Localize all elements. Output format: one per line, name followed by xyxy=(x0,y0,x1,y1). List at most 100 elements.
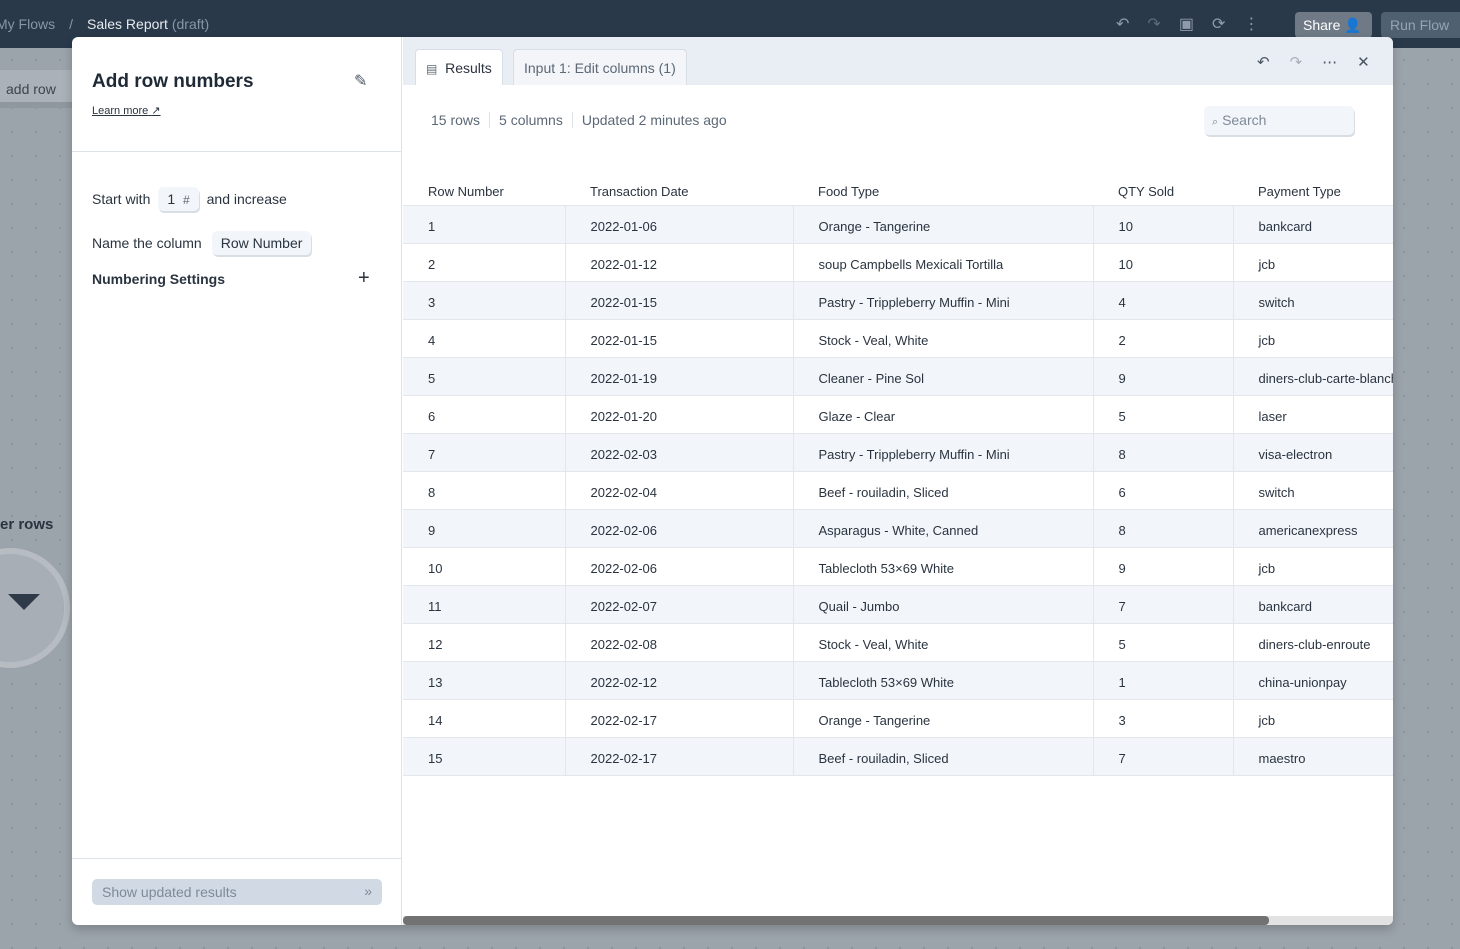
share-button[interactable]: Share 👤 xyxy=(1295,12,1372,38)
edit-pencil-icon[interactable]: ✎ xyxy=(354,71,367,91)
table-cell: 2022-02-08 xyxy=(565,623,794,662)
table-cell: Tablecloth 53×69 White xyxy=(793,547,1094,586)
table-cell: Pastry - Trippleberry Muffin - Mini xyxy=(793,281,1094,320)
undo-icon[interactable]: ↶ xyxy=(1116,14,1129,34)
table-cell: diners-club-enroute xyxy=(1233,623,1393,662)
table-cell: 2022-01-15 xyxy=(565,319,794,358)
table-cell: china-unionpay xyxy=(1233,661,1393,700)
run-flow-button[interactable]: Run Flow xyxy=(1381,12,1460,38)
table-cell: 14 xyxy=(403,699,566,738)
show-updated-label: Show updated results xyxy=(102,884,237,900)
results-table: Row Number Transaction Date Food Type QTY S… xyxy=(403,173,1393,776)
table-cell: switch xyxy=(1233,281,1393,320)
tab-results[interactable]: ▤ Results xyxy=(415,49,503,85)
tab-bar: ▤ Results Input 1: Edit columns (1) ↶ ↷ … xyxy=(403,37,1393,85)
table-cell: 12 xyxy=(403,623,566,662)
table-row: 8 2022-02-04 Beef - rouiladin, Sliced 6 swit… xyxy=(403,471,1393,510)
table-cell: 2022-01-06 xyxy=(565,205,794,244)
bg-filter-node xyxy=(0,548,70,668)
column-header[interactable]: Transaction Date xyxy=(565,173,793,206)
redo-icon[interactable]: ↷ xyxy=(1290,53,1303,71)
table-cell: 7 xyxy=(1093,585,1234,624)
results-panel: ▤ Results Input 1: Edit columns (1) ↶ ↷ … xyxy=(403,37,1393,925)
table-cell: jcb xyxy=(1233,699,1393,738)
table-cell: 1 xyxy=(403,205,566,244)
table-cell: 4 xyxy=(403,319,566,358)
table-row: 10 2022-02-06 Tablecloth 53×69 White 9 jcb xyxy=(403,547,1393,586)
table-cell: 9 xyxy=(403,509,566,548)
settings-panel: Add row numbers ✎ Learn more ↗ Start wit… xyxy=(72,37,402,925)
table-cell: jcb xyxy=(1233,243,1393,282)
table-cell: Orange - Tangerine xyxy=(793,205,1094,244)
table-row: 11 2022-02-07 Quail - Jumbo 7 bankcard xyxy=(403,585,1393,624)
table-cell: 2022-02-06 xyxy=(565,509,794,548)
table-cell: 2022-02-04 xyxy=(565,471,794,510)
bg-add-row-node: add row xyxy=(0,70,72,108)
table-cell: 2022-02-17 xyxy=(565,737,794,776)
close-icon[interactable]: ✕ xyxy=(1357,53,1370,71)
external-link-icon: ↗ xyxy=(151,105,161,117)
column-name-input[interactable]: Row Number xyxy=(211,231,312,255)
table-cell: 6 xyxy=(1093,471,1234,510)
column-header[interactable]: QTY Sold xyxy=(1093,173,1233,206)
table-cell: switch xyxy=(1233,471,1393,510)
search-input[interactable]: ⌕ Search xyxy=(1204,106,1354,135)
table-cell: Stock - Veal, White xyxy=(793,319,1094,358)
start-value: 1 xyxy=(167,191,176,207)
table-icon: ▤ xyxy=(426,62,438,76)
results-meta: 15 rows 5 columns Updated 2 minutes ago xyxy=(431,112,736,128)
funnel-icon xyxy=(8,594,40,610)
undo-icon[interactable]: ↶ xyxy=(1257,53,1270,71)
table-row: 5 2022-01-19 Cleaner - Pine Sol 9 diners-clu… xyxy=(403,357,1393,396)
scrollbar-thumb[interactable] xyxy=(403,916,1269,925)
table-row: 1 2022-01-06 Orange - Tangerine 10 bankcard xyxy=(403,205,1393,244)
table-row: 14 2022-02-17 Orange - Tangerine 3 jcb xyxy=(403,699,1393,738)
table-cell: 8 xyxy=(403,471,566,510)
panel-title: Add row numbers xyxy=(92,71,254,92)
table-cell: Orange - Tangerine xyxy=(793,699,1094,738)
table-cell: 10 xyxy=(1093,243,1234,282)
bg-filter-rows-label: er rows xyxy=(0,516,54,533)
table-cell: 3 xyxy=(1093,699,1234,738)
start-value-input[interactable]: 1 # xyxy=(158,187,199,211)
table-cell: jcb xyxy=(1233,319,1393,358)
tab-input-1[interactable]: Input 1: Edit columns (1) xyxy=(513,49,687,85)
table-cell: 13 xyxy=(403,661,566,700)
column-header[interactable]: Row Number xyxy=(403,173,565,206)
table-cell: Tablecloth 53×69 White xyxy=(793,661,1094,700)
table-cell: 2022-02-07 xyxy=(565,585,794,624)
flow-title[interactable]: Sales Report xyxy=(87,16,168,32)
column-header[interactable]: Payment Type xyxy=(1233,173,1393,206)
columns-count: 5 columns xyxy=(489,112,572,128)
save-icon[interactable]: ▣ xyxy=(1179,14,1194,34)
add-settings-plus-icon[interactable]: + xyxy=(358,267,370,290)
table-cell: Asparagus - White, Canned xyxy=(793,509,1094,548)
horizontal-scrollbar[interactable] xyxy=(403,916,1393,925)
more-horizontal-icon[interactable]: ⋯ xyxy=(1322,53,1337,71)
table-cell: 8 xyxy=(1093,509,1234,548)
table-cell: maestro xyxy=(1233,737,1393,776)
table-cell: 6 xyxy=(403,395,566,434)
more-vertical-icon[interactable]: ⋮ xyxy=(1243,14,1259,34)
refresh-icon[interactable]: ⟳ xyxy=(1212,14,1225,34)
table-cell: 2 xyxy=(1093,319,1234,358)
table-cell: Glaze - Clear xyxy=(793,395,1094,434)
divider xyxy=(72,858,402,859)
table-cell: 4 xyxy=(1093,281,1234,320)
table-cell: 2022-02-12 xyxy=(565,661,794,700)
redo-icon[interactable]: ↷ xyxy=(1147,14,1160,34)
column-header[interactable]: Food Type xyxy=(793,173,1093,206)
show-updated-results-button[interactable]: Show updated results » xyxy=(92,879,382,905)
table-row: 3 2022-01-15 Pastry - Trippleberry Muffin … xyxy=(403,281,1393,320)
learn-more-link[interactable]: Learn more ↗ xyxy=(92,104,161,117)
table-cell: Pastry - Trippleberry Muffin - Mini xyxy=(793,433,1094,472)
table-cell: 1 xyxy=(1093,661,1234,700)
breadcrumb-my-flows[interactable]: My Flows xyxy=(0,16,55,32)
table-row: 7 2022-02-03 Pastry - Trippleberry Muffin … xyxy=(403,433,1393,472)
table-cell: 5 xyxy=(1093,395,1234,434)
divider xyxy=(72,151,402,152)
table-cell: 2022-02-17 xyxy=(565,699,794,738)
table-row: 4 2022-01-15 Stock - Veal, White 2 jcb xyxy=(403,319,1393,358)
name-column-label: Name the column xyxy=(92,235,202,251)
numbering-settings-label: Numbering Settings xyxy=(92,271,226,287)
